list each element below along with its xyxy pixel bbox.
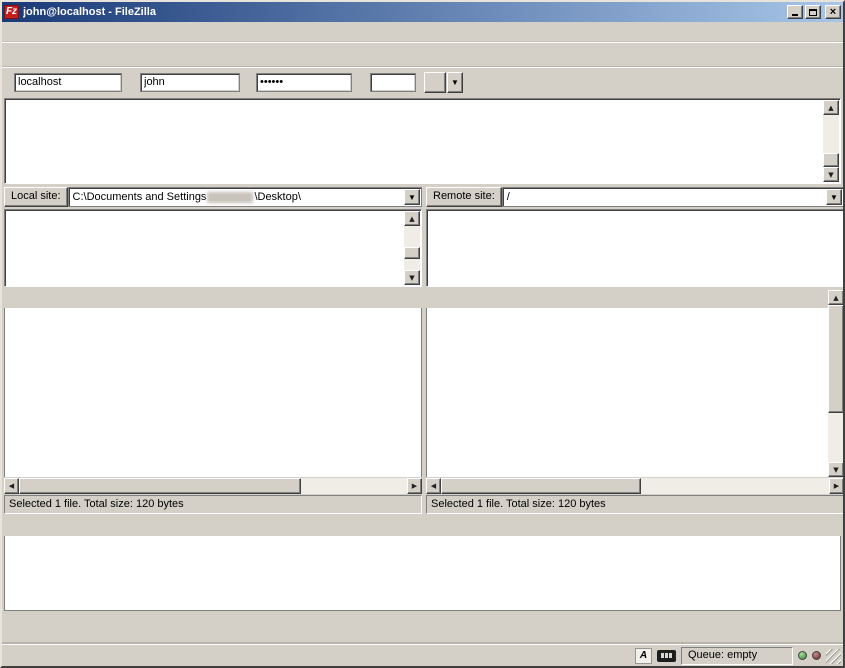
remote-pane: Remote site: / ▼ ▲ ▼ ◀	[426, 187, 844, 514]
quickconnect-dropdown-button[interactable]: ▼	[447, 72, 463, 93]
log-scroll-thumb[interactable]	[823, 153, 839, 167]
scroll-up-icon[interactable]: ▲	[828, 290, 844, 305]
menu-bar	[2, 22, 843, 42]
window-title: john@localhost - FileZilla	[23, 6, 787, 18]
local-site-combo[interactable]: C:\Documents and Settings \Desktop\ ▼	[68, 187, 422, 207]
redacted-username	[207, 192, 253, 203]
remote-site-dropdown-button[interactable]: ▼	[826, 189, 842, 205]
minimize-button[interactable]	[787, 5, 803, 19]
status-badge-icon	[657, 650, 676, 662]
local-site-label: Local site:	[4, 187, 68, 207]
transfer-queue-list[interactable]	[4, 536, 841, 611]
scroll-down-icon[interactable]: ▼	[404, 270, 420, 285]
remote-vertical-scrollbar[interactable]: ▲ ▼	[828, 290, 844, 477]
tree-scroll-thumb[interactable]	[404, 247, 420, 259]
scroll-up-icon[interactable]: ▲	[823, 100, 839, 115]
close-icon: ×	[830, 7, 836, 17]
close-button[interactable]: ×	[825, 5, 841, 19]
log-vertical-scrollbar[interactable]: ▲ ▼	[823, 100, 839, 182]
filezilla-window: Fz john@localhost - FileZilla × ▼ ▲ ▼	[0, 0, 845, 668]
host-input[interactable]	[14, 73, 122, 92]
title-bar[interactable]: Fz john@localhost - FileZilla ×	[2, 2, 843, 22]
resize-grip[interactable]	[826, 649, 841, 664]
activity-led-red-icon	[812, 651, 821, 660]
port-input[interactable]	[370, 73, 416, 92]
local-path-prefix: C:\Documents and Settings	[73, 191, 207, 203]
remote-hscroll-thumb[interactable]	[441, 478, 641, 494]
remote-status-text: Selected 1 file. Total size: 120 bytes	[426, 495, 844, 514]
remote-site-label: Remote site:	[426, 187, 502, 207]
message-log[interactable]: ▲ ▼	[4, 98, 841, 184]
queue-tabs	[2, 612, 843, 634]
local-horizontal-scrollbar[interactable]: ◀ ▶	[4, 478, 422, 494]
scroll-left-icon[interactable]: ◀	[426, 478, 441, 494]
chevron-down-icon: ▼	[451, 78, 459, 87]
remote-directory-tree[interactable]	[426, 209, 844, 287]
quickconnect-bar: ▼	[2, 67, 843, 96]
remote-file-list[interactable]	[426, 308, 828, 477]
remote-list-header	[426, 290, 844, 308]
password-input[interactable]	[256, 73, 352, 92]
transfer-type-indicator-icon: A	[635, 648, 652, 664]
remote-site-combo[interactable]: / ▼	[502, 187, 844, 207]
local-hscroll-thumb[interactable]	[19, 478, 301, 494]
filezilla-logo-icon: Fz	[4, 5, 19, 19]
local-list-header	[4, 290, 422, 308]
scroll-right-icon[interactable]: ▶	[829, 478, 844, 494]
quickconnect-button[interactable]	[424, 72, 446, 93]
scroll-down-icon[interactable]: ▼	[823, 167, 839, 182]
scroll-left-icon[interactable]: ◀	[4, 478, 19, 494]
local-site-dropdown-button[interactable]: ▼	[404, 189, 420, 205]
remote-horizontal-scrollbar[interactable]: ◀ ▶	[426, 478, 844, 494]
status-bar: A Queue: empty	[2, 644, 843, 666]
scroll-down-icon[interactable]: ▼	[828, 462, 844, 477]
maximize-button[interactable]	[805, 5, 821, 19]
queue-status-text: Queue: empty	[681, 647, 793, 665]
local-path-suffix: \Desktop\	[254, 191, 300, 203]
remote-scroll-thumb[interactable]	[828, 305, 844, 413]
activity-led-green-icon	[798, 651, 807, 660]
local-file-list[interactable]	[4, 308, 422, 477]
local-status-text: Selected 1 file. Total size: 120 bytes	[4, 495, 422, 514]
maximize-icon	[809, 9, 817, 16]
remote-path: /	[507, 191, 510, 203]
minimize-icon	[792, 9, 798, 16]
username-input[interactable]	[140, 73, 240, 92]
scroll-up-icon[interactable]: ▲	[404, 211, 420, 226]
local-pane: Local site: C:\Documents and Settings \De…	[4, 187, 422, 514]
local-directory-tree[interactable]: ▲ ▼	[4, 209, 422, 287]
scroll-right-icon[interactable]: ▶	[407, 478, 422, 494]
transfer-queue-header	[4, 517, 841, 536]
local-tree-scrollbar[interactable]: ▲ ▼	[404, 211, 420, 285]
toolbar	[2, 42, 843, 67]
